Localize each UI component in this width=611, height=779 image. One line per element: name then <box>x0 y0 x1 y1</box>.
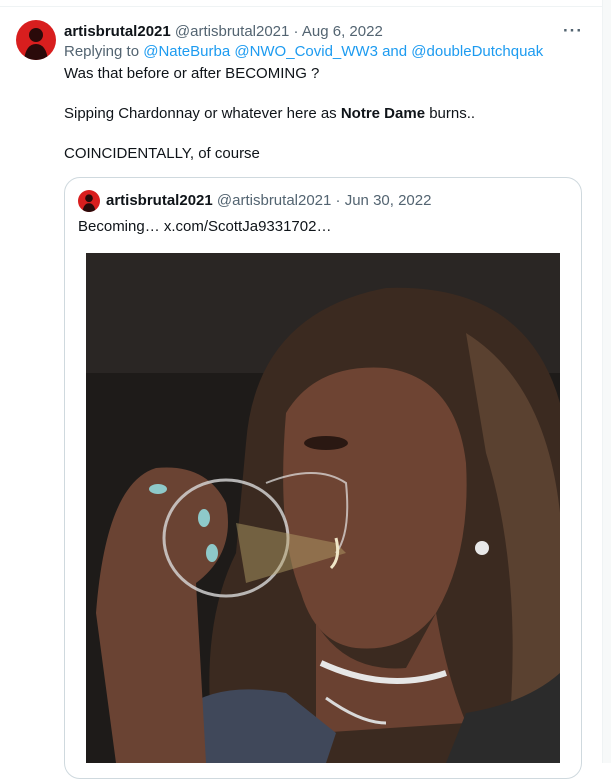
dot-separator: · <box>335 192 341 209</box>
scrollbar-track[interactable] <box>602 0 611 763</box>
bold-text: Notre Dame <box>340 105 426 122</box>
reply-and-text: and <box>382 43 408 60</box>
quote-display-name: artisbrutal2021 <box>106 192 213 209</box>
user-handle[interactable]: @artisbrutal2021 <box>175 23 289 40</box>
quote-header: artisbrutal2021 @artisbrutal2021 · Jun 3… <box>106 191 431 211</box>
reply-target-link[interactable]: @NateBurba <box>143 43 230 60</box>
quote-text: Becoming… x.com/ScottJa9331702… <box>78 218 332 235</box>
quote-avatar-image <box>78 190 100 212</box>
tweet-date[interactable]: Aug 6, 2022 <box>302 23 383 40</box>
top-divider <box>0 0 603 7</box>
avatar[interactable] <box>16 20 56 60</box>
text-segment: Sipping Chardonnay or whatever here as <box>64 105 341 122</box>
tweet-header: artisbrutal2021 @artisbrutal2021 · Aug 6… <box>64 22 383 42</box>
quote-photo[interactable] <box>86 253 560 763</box>
quote-avatar <box>78 190 100 212</box>
more-options-icon[interactable]: ··· <box>560 18 586 44</box>
replying-prefix: Replying to <box>64 43 140 60</box>
quote-date: Jun 30, 2022 <box>344 192 432 209</box>
reply-target-link[interactable]: @doubleDutchquak <box>411 43 543 60</box>
avatar-image <box>16 20 56 60</box>
tweet-text-line-3: COINCIDENTALLY, of course <box>64 145 260 162</box>
tweet-text-line-2: Sipping Chardonnay or whatever here as N… <box>64 104 475 124</box>
tweet-text-line-1: Was that before or after BECOMING ? <box>64 65 320 82</box>
display-name[interactable]: artisbrutal2021 <box>64 23 171 40</box>
reply-target-link[interactable]: @NWO_Covid_WW3 <box>234 43 378 60</box>
quote-handle: @artisbrutal2021 <box>216 192 332 209</box>
text-segment: burns.. <box>425 105 476 122</box>
replying-to-line: Replying to @NateBurba @NWO_Covid_WW3 an… <box>64 42 543 62</box>
dot-separator: · <box>293 23 299 40</box>
photo-illustration <box>86 253 560 763</box>
